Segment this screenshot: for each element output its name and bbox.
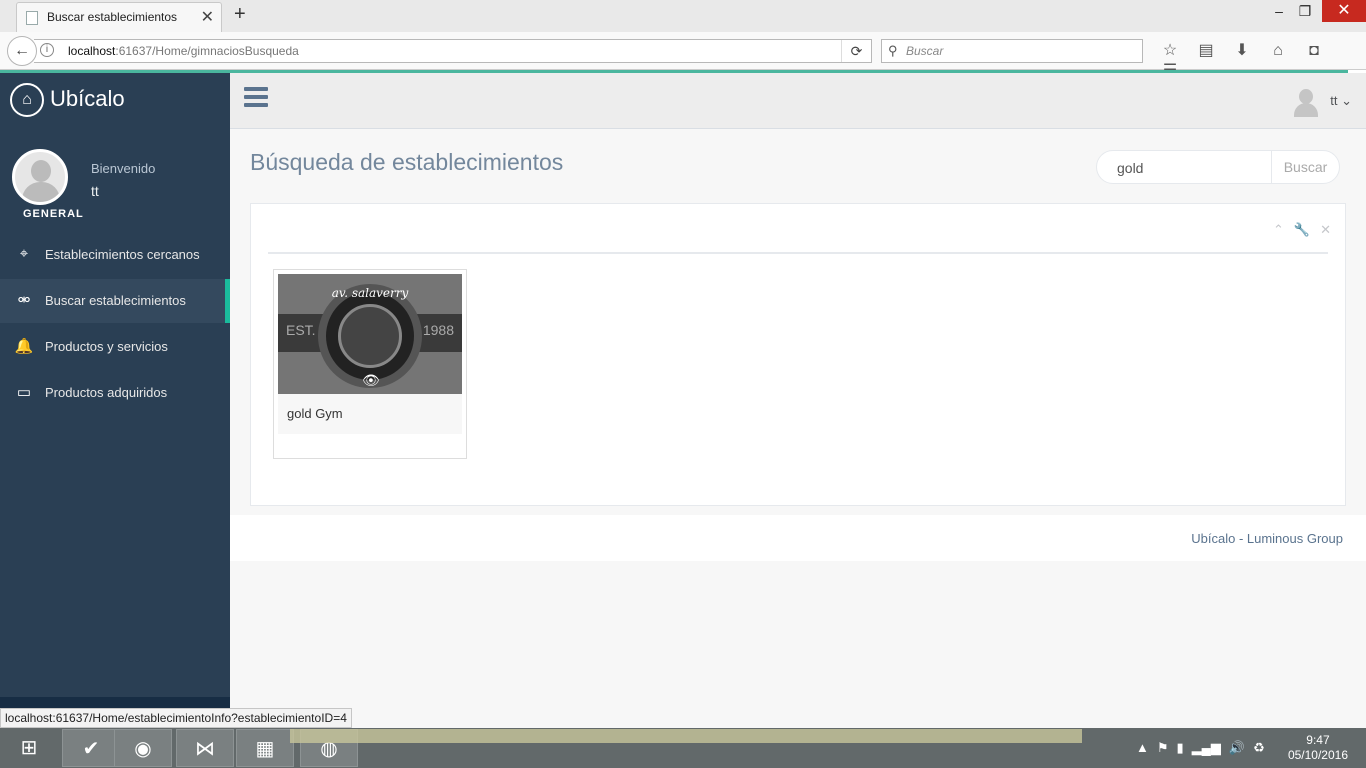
sidebar-menu: ⌖ Establecimientos cercanos ⚮ Buscar est… bbox=[0, 233, 230, 417]
result-card[interactable]: EST. 1988 av. salaverry 👁 gold Gym bbox=[273, 269, 467, 459]
browser-search-placeholder: Buscar bbox=[906, 44, 944, 58]
sync-icon[interactable]: ♻ bbox=[1253, 740, 1265, 755]
status-link-tooltip: localhost:61637/Home/establecimientoInfo… bbox=[0, 708, 352, 728]
close-icon[interactable]: ✕ bbox=[1320, 222, 1331, 237]
bell-icon: 🔔 bbox=[14, 338, 34, 355]
home-icon[interactable]: ⌂ bbox=[1260, 42, 1296, 60]
taskbar-progress-overlay bbox=[290, 729, 1082, 743]
search-input[interactable]: gold bbox=[1117, 160, 1143, 176]
close-tab-icon[interactable]: ✕ bbox=[201, 7, 214, 27]
visual-studio-icon[interactable]: ⋈ bbox=[176, 729, 234, 767]
browser-search-input[interactable]: ⚲ Buscar bbox=[881, 39, 1143, 63]
reload-icon[interactable]: ⟳ bbox=[841, 40, 871, 62]
file-explorer-icon[interactable]: ▦ bbox=[236, 729, 294, 767]
sidebar-username: tt bbox=[91, 183, 99, 199]
system-tray: ▲ ⚑ ▮ ▂▄▆ 🔊 ♻ bbox=[1136, 728, 1273, 768]
image-caption: av. salaverry bbox=[331, 286, 409, 300]
panel-divider bbox=[268, 252, 1328, 254]
page-footer: Ubícalo - Luminous Group bbox=[230, 515, 1366, 561]
sidebar-item-productos-servicios[interactable]: 🔔 Productos y servicios bbox=[0, 325, 230, 369]
network-icon[interactable]: ▂▄▆ bbox=[1192, 740, 1221, 755]
sidebar-item-establecimientos-cercanos[interactable]: ⌖ Establecimientos cercanos bbox=[0, 233, 230, 277]
search-button[interactable]: Buscar bbox=[1271, 151, 1339, 183]
top-nav: tt ⌄ bbox=[230, 73, 1366, 129]
address-bar[interactable]: i localhost:61637/Home/gimnaciosBusqueda… bbox=[34, 39, 872, 63]
download-icon[interactable]: ⬇ bbox=[1224, 40, 1260, 60]
binoculars-icon: ⚮ bbox=[17, 292, 31, 309]
pocket-icon[interactable]: ◘ bbox=[1296, 42, 1332, 60]
page-favicon-icon bbox=[26, 11, 38, 25]
image-year-text: 1988 bbox=[422, 322, 454, 338]
eye-icon[interactable]: 👁 bbox=[362, 372, 380, 389]
clock-date: 05/10/2016 bbox=[1287, 748, 1348, 762]
brand-link[interactable]: ⌂ Ubícalo bbox=[10, 83, 125, 117]
search-group: gold Buscar bbox=[1096, 150, 1340, 184]
panel-tools: ⌃ 🔧 ✕ bbox=[1263, 222, 1331, 238]
user-role: GENERAL bbox=[23, 208, 84, 220]
image-est-text: EST. bbox=[286, 322, 316, 338]
chevron-down-icon: ⌄ bbox=[1341, 93, 1352, 108]
crosshairs-icon: ⌖ bbox=[19, 245, 29, 262]
browser-tab-bar: Buscar establecimientos ✕ + – ❐ ✕ bbox=[0, 0, 1366, 32]
sidebar-item-productos-adquiridos[interactable]: ▭ Productos adquiridos bbox=[0, 371, 230, 415]
page-title: Búsqueda de establecimientos bbox=[250, 149, 564, 175]
new-tab-icon[interactable]: + bbox=[234, 3, 246, 26]
windows-start-icon[interactable]: ⊞ bbox=[0, 729, 58, 767]
collapse-icon[interactable]: ⌃ bbox=[1273, 222, 1284, 237]
flag-icon[interactable]: ⚑ bbox=[1157, 740, 1169, 755]
volume-icon[interactable]: 🔊 bbox=[1229, 740, 1245, 755]
tray-expand-icon[interactable]: ▲ bbox=[1136, 740, 1149, 755]
browser-nav-bar: i localhost:61637/Home/gimnaciosBusqueda… bbox=[0, 32, 1366, 79]
taskbar-clock[interactable]: 9:47 05/10/2016 bbox=[1288, 733, 1348, 763]
establishment-name: gold Gym bbox=[287, 406, 343, 421]
credit-card-icon: ▭ bbox=[16, 384, 32, 401]
window-close-icon[interactable]: ✕ bbox=[1322, 0, 1366, 22]
battery-icon[interactable]: ▮ bbox=[1177, 740, 1184, 755]
url-text: localhost:61637/Home/gimnaciosBusqueda bbox=[68, 44, 299, 58]
sticky-notes-icon[interactable]: ✔ bbox=[62, 729, 120, 767]
sidebar-item-label: Establecimientos cercanos bbox=[45, 247, 200, 262]
sidebar-item-label: Productos adquiridos bbox=[45, 385, 168, 400]
footer-text: Ubícalo - Luminous Group bbox=[1191, 531, 1343, 546]
site-info-icon[interactable]: i bbox=[40, 43, 54, 57]
establishment-image[interactable]: EST. 1988 av. salaverry 👁 bbox=[278, 274, 462, 394]
reading-list-icon[interactable]: ▤ bbox=[1188, 40, 1224, 60]
user-avatar[interactable] bbox=[1292, 87, 1320, 117]
browser-tab[interactable]: Buscar establecimientos ✕ bbox=[16, 2, 222, 32]
home-icon: ⌂ bbox=[10, 83, 44, 117]
menu-toggle-icon[interactable] bbox=[244, 87, 268, 109]
main-content: Búsqueda de establecimientos gold Buscar… bbox=[230, 129, 1366, 728]
profile-avatar bbox=[12, 149, 68, 205]
user-menu-dropdown[interactable]: tt ⌄ bbox=[1330, 93, 1352, 109]
brand-name: Ubícalo bbox=[50, 85, 125, 111]
welcome-label: Bienvenido bbox=[91, 161, 156, 176]
sidebar-item-buscar-establecimientos[interactable]: ⚮ Buscar establecimientos bbox=[0, 279, 230, 323]
results-panel: ⌃ 🔧 ✕ EST. 1988 av. salaverry 👁 gold Gym bbox=[250, 203, 1346, 506]
bookmark-star-icon[interactable]: ☆ bbox=[1152, 40, 1188, 60]
restore-icon[interactable]: ❐ bbox=[1290, 0, 1320, 22]
sidebar-item-label: Productos y servicios bbox=[45, 339, 168, 354]
card-caption: gold Gym bbox=[278, 394, 462, 434]
tab-title: Buscar establecimientos bbox=[47, 10, 178, 24]
wrench-icon[interactable]: 🔧 bbox=[1294, 222, 1310, 237]
chrome-icon[interactable]: ◉ bbox=[114, 729, 172, 767]
clock-time: 9:47 bbox=[1306, 733, 1330, 747]
back-button[interactable]: ← bbox=[7, 36, 37, 66]
search-icon: ⚲ bbox=[888, 43, 898, 58]
sidebar-item-label: Buscar establecimientos bbox=[45, 293, 186, 308]
sidebar: ⌂ Ubícalo GENERAL Bienvenido tt ⌖ Estable… bbox=[0, 73, 230, 728]
